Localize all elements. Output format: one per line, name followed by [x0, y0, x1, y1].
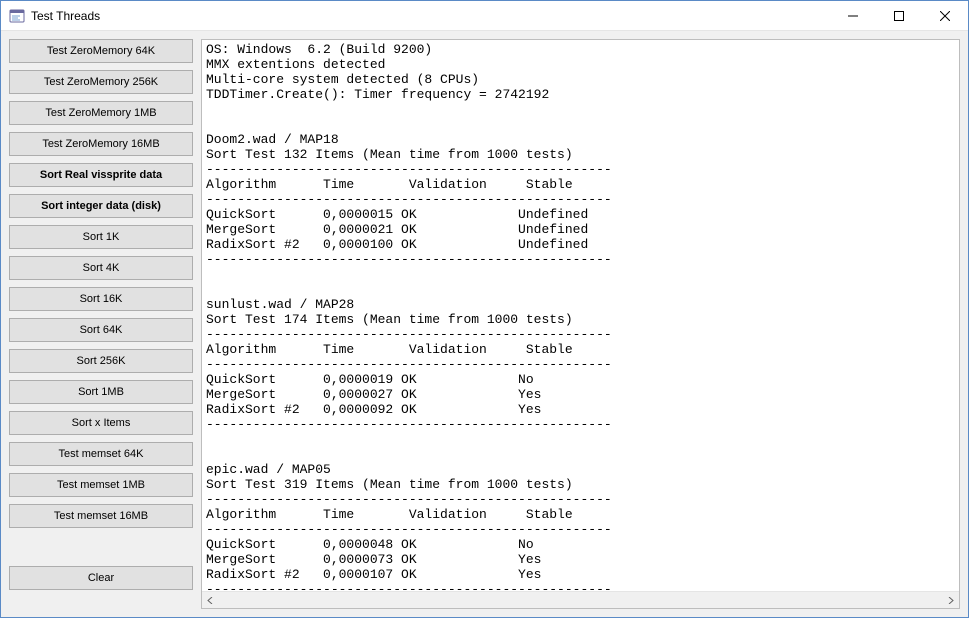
sort-1mb-button[interactable]: Sort 1MB — [9, 380, 193, 404]
sort-x-items-button[interactable]: Sort x Items — [9, 411, 193, 435]
sort-256k-button[interactable]: Sort 256K — [9, 349, 193, 373]
test-zeromemory-16mb-button[interactable]: Test ZeroMemory 16MB — [9, 132, 193, 156]
test-memset-1mb-button[interactable]: Test memset 1MB — [9, 473, 193, 497]
test-zeromemory-64k-button[interactable]: Test ZeroMemory 64K — [9, 39, 193, 63]
minimize-button[interactable] — [830, 1, 876, 31]
test-memset-16mb-button[interactable]: Test memset 16MB — [9, 504, 193, 528]
sort-integer-disk-button[interactable]: Sort integer data (disk) — [9, 194, 193, 218]
app-window: Test Threads Test ZeroMemory 64K Test Ze… — [0, 0, 969, 618]
titlebar[interactable]: Test Threads — [1, 1, 968, 31]
maximize-button[interactable] — [876, 1, 922, 31]
scroll-right-arrow-icon[interactable] — [942, 592, 959, 609]
scroll-left-arrow-icon[interactable] — [202, 592, 219, 609]
test-zeromemory-256k-button[interactable]: Test ZeroMemory 256K — [9, 70, 193, 94]
test-zeromemory-1mb-button[interactable]: Test ZeroMemory 1MB — [9, 101, 193, 125]
sort-64k-button[interactable]: Sort 64K — [9, 318, 193, 342]
sort-4k-button[interactable]: Sort 4K — [9, 256, 193, 280]
output-panel: OS: Windows 6.2 (Build 9200) MMX extenti… — [201, 39, 960, 609]
clear-button[interactable]: Clear — [9, 566, 193, 590]
sort-real-vissprite-button[interactable]: Sort Real vissprite data — [9, 163, 193, 187]
sort-1k-button[interactable]: Sort 1K — [9, 225, 193, 249]
horizontal-scrollbar[interactable] — [202, 591, 959, 608]
sort-16k-button[interactable]: Sort 16K — [9, 287, 193, 311]
output-text[interactable]: OS: Windows 6.2 (Build 9200) MMX extenti… — [202, 40, 959, 591]
close-button[interactable] — [922, 1, 968, 31]
sidebar: Test ZeroMemory 64K Test ZeroMemory 256K… — [9, 39, 193, 609]
client-area: Test ZeroMemory 64K Test ZeroMemory 256K… — [1, 31, 968, 617]
app-icon — [9, 8, 25, 24]
window-title: Test Threads — [31, 9, 100, 23]
test-memset-64k-button[interactable]: Test memset 64K — [9, 442, 193, 466]
